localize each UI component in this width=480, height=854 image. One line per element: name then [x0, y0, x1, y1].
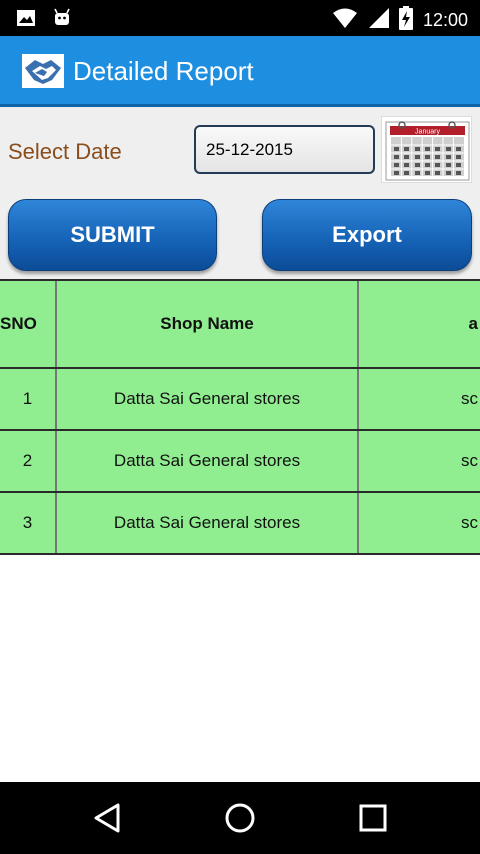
cell-shop-name: Datta Sai General stores — [57, 431, 359, 491]
cell-extra: sc — [461, 389, 478, 408]
back-icon[interactable] — [90, 800, 126, 836]
table-row[interactable]: 2 Datta Sai General stores sc — [0, 431, 480, 493]
page-title: Detailed Report — [73, 56, 254, 86]
android-icon — [52, 8, 72, 33]
recents-icon[interactable] — [355, 800, 391, 836]
cell-sno: 3 — [0, 493, 57, 553]
cell-extra: sc — [461, 513, 478, 532]
image-icon — [16, 8, 36, 33]
table-row[interactable]: 1 Datta Sai General stores sc — [0, 369, 480, 431]
header-extra: a — [468, 314, 478, 333]
battery-charging-icon — [398, 6, 413, 35]
export-button[interactable]: Export — [262, 199, 472, 271]
select-date-label: Select Date — [8, 139, 122, 164]
home-icon[interactable] — [222, 800, 258, 836]
calendar-month: January — [415, 129, 440, 136]
table-header-row: SNO Shop Name a — [0, 279, 480, 369]
table-row[interactable]: 3 Datta Sai General stores sc — [0, 493, 480, 555]
app-bar: Detailed Report — [0, 36, 480, 107]
status-bar: 12:00 — [0, 0, 480, 36]
report-content: Select Date January — [0, 107, 480, 782]
cell-shop-name: Datta Sai General stores — [57, 369, 359, 429]
submit-button[interactable]: SUBMIT — [8, 199, 217, 271]
cell-extra: sc — [461, 451, 478, 470]
cell-sno: 1 — [0, 369, 57, 429]
header-shop-name: Shop Name — [57, 281, 359, 367]
status-time: 12:00 — [422, 10, 468, 30]
date-input[interactable] — [194, 125, 375, 174]
calendar-icon[interactable]: January — [381, 116, 472, 183]
handshake-icon — [22, 54, 64, 88]
navigation-bar — [0, 782, 480, 854]
signal-icon — [367, 7, 389, 34]
cell-shop-name: Datta Sai General stores — [57, 493, 359, 553]
cell-sno: 2 — [0, 431, 57, 491]
wifi-icon — [332, 7, 357, 34]
filter-panel: Select Date January — [0, 107, 480, 279]
header-sno: SNO — [0, 281, 57, 367]
